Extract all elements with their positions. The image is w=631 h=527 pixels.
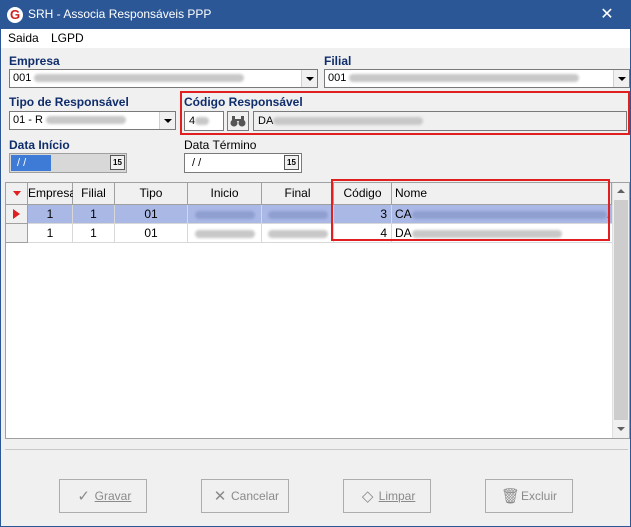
scroll-up-icon[interactable]	[613, 183, 629, 200]
current-row-arrow-icon	[13, 209, 20, 219]
chevron-down-icon[interactable]	[301, 70, 317, 87]
redacted-text	[34, 74, 245, 83]
redacted-text	[194, 229, 255, 238]
nome-responsavel-value: DA	[258, 115, 274, 127]
grid-indicator-header	[6, 183, 28, 205]
cancelar-button[interactable]: ✕ Cancelar	[201, 479, 289, 513]
redacted-text	[349, 74, 580, 83]
cell-tipo: 01	[115, 224, 188, 243]
redacted-text	[267, 210, 328, 219]
codigo-responsavel-label: Código Responsável	[184, 95, 303, 109]
binoculars-icon	[230, 116, 246, 127]
chevron-down-icon[interactable]	[613, 70, 629, 87]
search-responsavel-button[interactable]	[227, 111, 249, 131]
empresa-value: 001	[13, 72, 32, 84]
scrollbar-thumb[interactable]	[614, 200, 628, 420]
calendar-icon[interactable]: 15	[284, 155, 299, 170]
filial-label: Filial	[324, 54, 352, 68]
data-termino-value: / /	[189, 157, 202, 169]
cell-inicio	[188, 224, 262, 243]
tipo-responsavel-label: Tipo de Responsável	[9, 95, 129, 109]
excluir-label: Excluir	[520, 489, 557, 503]
cell-final	[262, 205, 334, 224]
redacted-text	[195, 117, 210, 126]
cell-filial: 1	[73, 205, 115, 224]
redacted-text	[267, 229, 328, 238]
main-window: G SRH - Associa Responsáveis PPP ✕ Saida…	[0, 0, 631, 527]
menu-item-saida[interactable]: Saida	[8, 31, 39, 45]
app-logo-icon: G	[7, 7, 23, 23]
gravar-button[interactable]: ✓ Gravar	[59, 479, 147, 513]
close-icon[interactable]: ✕	[584, 1, 630, 29]
cell-filial: 1	[73, 224, 115, 243]
limpar-button[interactable]: ◇ Limpar	[343, 479, 431, 513]
col-header-tipo[interactable]: Tipo	[115, 183, 188, 205]
col-header-final[interactable]: Final	[262, 183, 334, 205]
menu-bar: Saida LGPD	[1, 29, 630, 48]
window-title: SRH - Associa Responsáveis PPP	[28, 7, 212, 21]
cancelar-label: Cancelar	[230, 489, 280, 503]
data-termino-label: Data Término	[184, 138, 257, 152]
row-indicator	[6, 205, 28, 224]
col-header-empresa[interactable]: Empresa	[28, 183, 76, 205]
nome-responsavel-field: DA	[253, 111, 627, 131]
codigo-responsavel-input[interactable]: 4	[184, 111, 224, 131]
data-inicio-value: / /	[11, 155, 51, 171]
calendar-icon[interactable]: 15	[110, 155, 125, 170]
row-indicator	[6, 224, 28, 243]
cell-empresa: 1	[28, 205, 73, 224]
filial-select[interactable]: 001	[324, 69, 630, 88]
grid-vertical-scrollbar[interactable]	[612, 183, 629, 438]
check-icon: ✓	[77, 488, 90, 505]
cell-final	[262, 224, 334, 243]
col-header-inicio[interactable]: Inicio	[188, 183, 262, 205]
redacted-text	[194, 210, 255, 219]
cancel-x-icon: ✕	[213, 488, 227, 505]
filial-value: 001	[328, 72, 347, 84]
tipo-responsavel-value: 01 - R	[13, 114, 43, 126]
menu-item-lgpd[interactable]: LGPD	[51, 31, 84, 45]
tipo-responsavel-select[interactable]: 01 - R	[9, 111, 176, 130]
scroll-down-icon[interactable]	[613, 421, 629, 438]
codigo-nome-highlight	[331, 179, 610, 241]
empresa-label: Empresa	[9, 54, 60, 68]
trash-icon: 🗑	[500, 488, 521, 505]
title-bar: G SRH - Associa Responsáveis PPP ✕	[1, 1, 630, 29]
eraser-icon: ◇	[361, 488, 374, 505]
gravar-label: Gravar	[94, 489, 132, 503]
cell-inicio	[188, 205, 262, 224]
redacted-text	[273, 117, 424, 126]
redacted-text	[46, 116, 127, 125]
col-header-filial[interactable]: Filial	[73, 183, 115, 205]
empresa-select[interactable]: 001	[9, 69, 318, 88]
divider	[5, 449, 628, 450]
excluir-button[interactable]: 🗑Excluir	[485, 479, 573, 513]
sort-down-icon	[12, 190, 21, 196]
cell-tipo: 01	[115, 205, 188, 224]
cell-empresa: 1	[28, 224, 73, 243]
chevron-down-icon[interactable]	[159, 112, 175, 129]
data-inicio-label: Data Início	[9, 138, 70, 152]
limpar-label: Limpar	[378, 489, 416, 503]
